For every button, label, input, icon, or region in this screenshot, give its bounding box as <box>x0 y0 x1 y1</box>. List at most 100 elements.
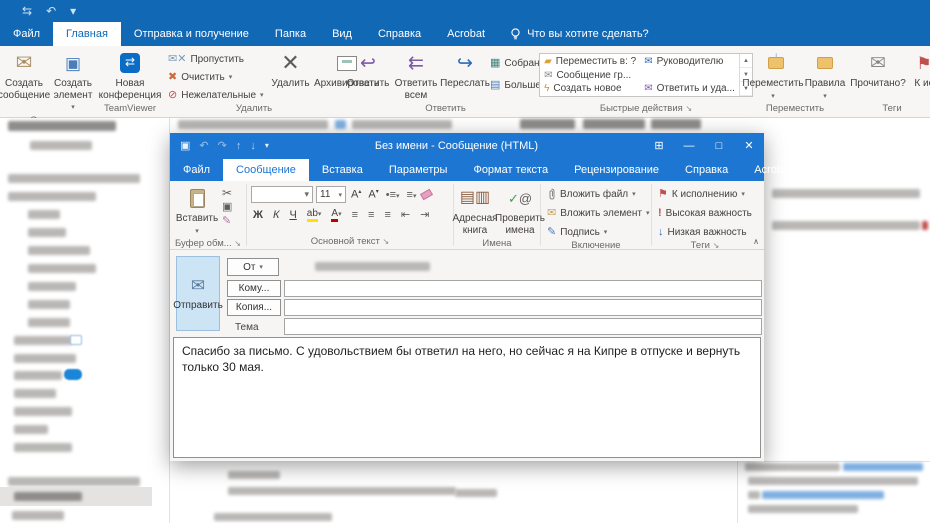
signature-button[interactable]: ✎Подпись ▾ <box>547 224 651 240</box>
check-names-button[interactable]: ✓@ Проверить имена <box>499 184 541 238</box>
down-arrow-icon: ↓ <box>658 227 664 238</box>
redo-icon[interactable]: ↷ <box>218 141 227 152</box>
quick-step-item[interactable]: ✉Ответить и уда... <box>644 83 735 94</box>
cc-field[interactable] <box>284 299 762 316</box>
junk-button[interactable]: ⊘Нежелательные ▾ <box>168 87 264 103</box>
new-conference-button[interactable]: ⇄ Новая конференция <box>96 49 164 103</box>
bullets-icon[interactable]: •≡▾ <box>384 189 402 201</box>
dialog-launcher-icon[interactable]: ↘ <box>713 241 720 250</box>
tell-me-box[interactable]: Что вы хотите сделать? <box>498 22 661 46</box>
group-label-respond: Ответить <box>344 103 547 117</box>
undo-icon[interactable]: ↶ <box>46 5 56 17</box>
to-field[interactable] <box>284 280 762 297</box>
main-tab-файл[interactable]: Файл <box>0 22 53 46</box>
main-tab-справка[interactable]: Справка <box>365 22 434 46</box>
low-importance-button[interactable]: ↓Низкая важность <box>658 224 758 240</box>
assistant-box[interactable]: Помощник <box>805 159 894 181</box>
reply-all-button[interactable]: ⇇ Ответить всем <box>392 49 440 103</box>
compose-tab-acrobat[interactable]: Acrobat <box>741 159 805 181</box>
font-size-select[interactable]: 11▾ <box>316 186 346 203</box>
blurred-text <box>8 121 116 131</box>
italic-button[interactable]: К <box>271 209 281 221</box>
dialog-launcher-icon[interactable]: ↘ <box>685 104 692 113</box>
numbering-icon[interactable]: ≡▾ <box>405 189 419 201</box>
dialog-launcher-icon[interactable]: ↘ <box>383 237 390 246</box>
close-icon[interactable]: ✕ <box>734 133 764 159</box>
quick-step-item[interactable]: ✉Руководителю <box>644 56 735 67</box>
save-icon[interactable]: ▣ <box>180 141 190 152</box>
rules-button[interactable]: Правила▾ <box>805 49 845 103</box>
message-body[interactable]: Спасибо за письмо. С удовольствием бы от… <box>173 337 761 458</box>
address-book-button[interactable]: ▤▥ Адресная книга <box>453 184 497 238</box>
send-button[interactable]: ✉ Отправить <box>176 256 220 331</box>
minimize-icon[interactable]: — <box>674 133 704 159</box>
align-right-icon[interactable]: ≡ <box>382 209 392 221</box>
format-painter-icon[interactable]: ✎ <box>222 216 232 227</box>
blurred-text <box>352 120 452 129</box>
align-center-icon[interactable]: ≡ <box>366 209 376 221</box>
undo-icon[interactable]: ↶ <box>199 141 208 152</box>
shrink-font-icon[interactable]: А▾ <box>366 188 380 201</box>
main-tab-acrobat[interactable]: Acrobat <box>434 22 498 46</box>
clear-formatting-icon[interactable] <box>420 189 433 201</box>
collapse-ribbon-icon[interactable]: ∧ <box>753 237 759 246</box>
quick-step-item[interactable]: ▰Переместить в: ? <box>544 56 636 67</box>
compose-tab-параметры[interactable]: Параметры <box>376 159 461 181</box>
reply-button[interactable]: ↩ Ответить <box>346 49 390 92</box>
main-tab-вид[interactable]: Вид <box>319 22 365 46</box>
underline-button[interactable]: Ч <box>287 209 298 221</box>
quick-step-item[interactable]: ϟСоздать новое <box>544 83 636 94</box>
copy-icon[interactable]: ▣ <box>222 202 232 213</box>
next-item-icon[interactable]: ↓ <box>250 141 256 152</box>
bold-button[interactable]: Ж <box>251 209 265 221</box>
decrease-indent-icon[interactable]: ⇤ <box>399 208 412 221</box>
compose-tab-вставка[interactable]: Вставка <box>309 159 376 181</box>
compose-tab-сообщение[interactable]: Сообщение <box>223 159 309 181</box>
increase-indent-icon[interactable]: ⇥ <box>418 208 431 221</box>
unread-button[interactable]: ✉ Прочитано? <box>849 49 907 92</box>
compose-titlebar[interactable]: ▣ ↶ ↷ ↑ ↓ ▾ Без имени - Сообщение (HTML)… <box>170 133 764 159</box>
previous-item-icon[interactable]: ↑ <box>236 141 242 152</box>
compose-tab-рецензирование[interactable]: Рецензирование <box>561 159 672 181</box>
move-button[interactable]: ↓ Переместить▾ <box>745 49 801 103</box>
delete-button[interactable]: ✕ Удалить <box>270 49 312 92</box>
subject-field[interactable] <box>284 318 762 335</box>
main-tab-главная[interactable]: Главная <box>53 22 121 46</box>
highlight-color-icon[interactable]: ab▾ <box>305 207 324 222</box>
names-group: ▤▥ Адресная книга ✓@ Проверить имена Име… <box>454 181 540 249</box>
ribbon-display-options-icon[interactable]: ⊞ <box>644 133 674 159</box>
from-button[interactable]: От▾ <box>227 258 279 276</box>
cut-icon[interactable]: ✂ <box>222 187 232 199</box>
ignore-button[interactable]: ✉✕Пропустить <box>168 51 264 67</box>
compose-window-title: Без имени - Сообщение (HTML) <box>269 140 644 152</box>
main-tab-отправка-и-получение[interactable]: Отправка и получение <box>121 22 262 46</box>
main-tab-папка[interactable]: Папка <box>262 22 319 46</box>
follow-up-button[interactable]: ⚑ К ис <box>909 49 930 92</box>
align-left-icon[interactable]: ≡ <box>350 209 360 221</box>
compose-tab-файл[interactable]: Файл <box>170 159 223 181</box>
dialog-launcher-icon[interactable]: ↘ <box>234 239 241 248</box>
font-name-select[interactable]: ▾ <box>251 186 313 203</box>
paperclip-icon <box>547 188 556 200</box>
paste-button[interactable]: Вставить▾ <box>177 184 217 238</box>
send-receive-icon[interactable]: ⇆ <box>22 5 32 17</box>
compose-ribbon: Вставить▾ ✂ ▣ ✎ Буфер обм... ↘ ▾ 11▾ <box>170 181 764 250</box>
new-message-button[interactable]: ✉ Создать сообщение <box>0 49 48 103</box>
attach-item-button[interactable]: ✉Вложить элемент ▾ <box>547 205 651 221</box>
to-button[interactable]: Кому... <box>227 280 281 297</box>
compose-tab-формат-текста[interactable]: Формат текста <box>460 159 561 181</box>
follow-up-button[interactable]: ⚑К исполнению ▾ <box>658 186 758 202</box>
high-importance-button[interactable]: !Высокая важность <box>658 205 758 221</box>
new-item-button[interactable]: ▣ Создать элемент ▾ <box>50 49 96 115</box>
attach-file-button[interactable]: Вложить файл ▾ <box>547 186 651 202</box>
ribbon-group-teamviewer: ⇄ Новая конференция TeamViewer <box>96 46 164 117</box>
forward-button[interactable]: ↪ Переслать <box>442 49 488 92</box>
font-color-icon[interactable]: А▾ <box>329 207 343 222</box>
cc-button[interactable]: Копия... <box>227 299 281 316</box>
customize-quick-access-icon[interactable]: ▾ <box>70 5 76 17</box>
maximize-icon[interactable]: □ <box>704 133 734 159</box>
compose-tab-справка[interactable]: Справка <box>672 159 741 181</box>
quick-step-item[interactable]: ✉Сообщение гр... <box>544 70 636 81</box>
cleanup-button[interactable]: ✖Очистить ▾ <box>168 69 264 85</box>
grow-font-icon[interactable]: А▴ <box>349 188 363 201</box>
